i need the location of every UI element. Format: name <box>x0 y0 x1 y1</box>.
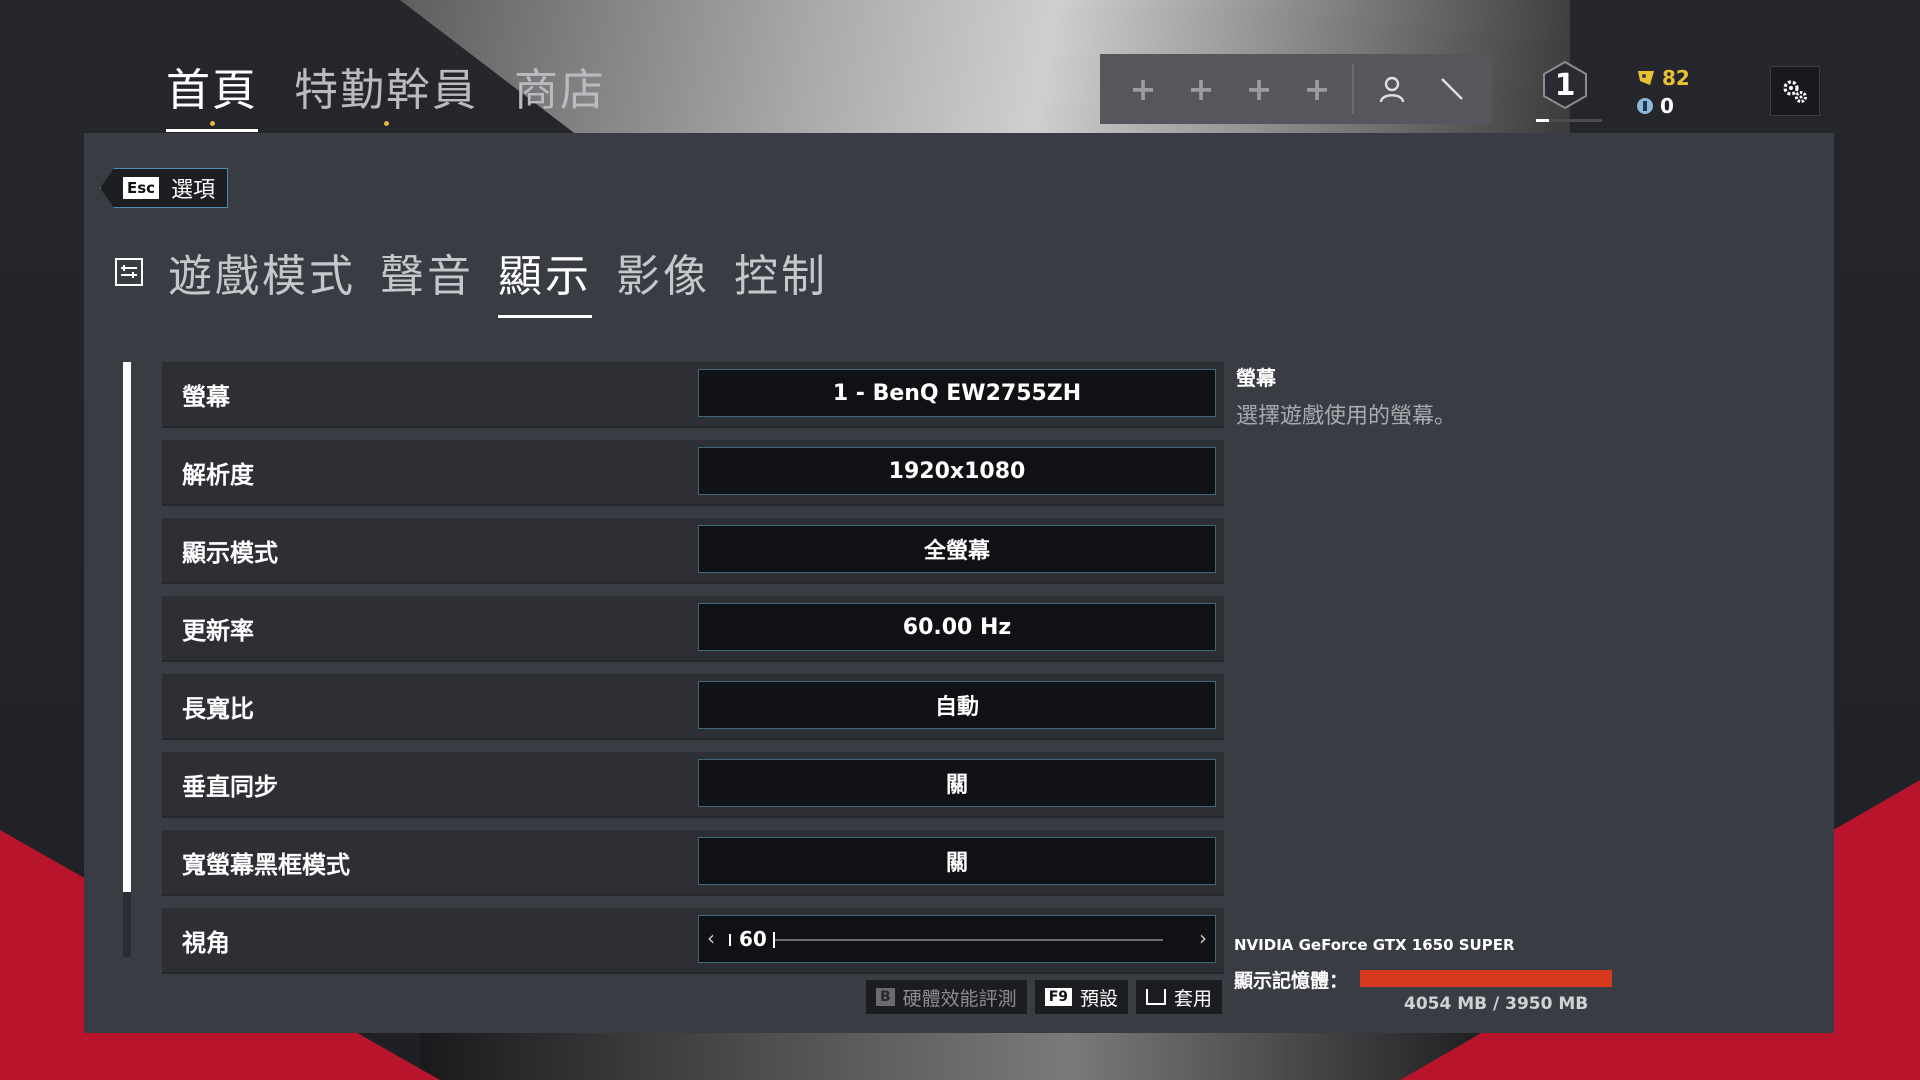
back-button-label: 選項 <box>171 178 216 203</box>
gears-icon <box>1783 80 1807 103</box>
settings-button[interactable] <box>1770 66 1820 116</box>
plus-icon: + <box>1187 70 1215 108</box>
setting-label: 長寬比 <box>182 694 254 723</box>
squad-bar: + + + + <box>1100 54 1492 124</box>
resolution-select[interactable]: 1920x1080 <box>698 447 1216 495</box>
person-icon <box>1379 76 1405 103</box>
setting-label: 顯示模式 <box>182 538 278 567</box>
vsync-select[interactable]: 關 <box>698 759 1216 807</box>
player-level: 1 <box>1554 67 1576 103</box>
credits-amount: 0 <box>1660 94 1674 118</box>
background-art-bottom <box>420 1030 1500 1080</box>
slider-handle[interactable] <box>773 932 775 948</box>
apply-label: 套用 <box>1174 987 1213 1010</box>
slash-icon <box>1441 78 1463 100</box>
apply-button[interactable]: 套用 <box>1136 980 1223 1014</box>
vram-label: 顯示記憶體： <box>1234 970 1349 992</box>
description-title: 螢幕 <box>1236 366 1276 390</box>
setting-row-monitor: 螢幕 1 - BenQ EW2755ZH <box>162 362 1224 428</box>
tab-audio[interactable]: 聲音 <box>380 240 474 318</box>
renown-icon <box>1638 71 1654 85</box>
vram-usage-text: 4054 MB / 3950 MB <box>1404 994 1589 1014</box>
scrollbar-thumb[interactable] <box>123 362 131 892</box>
nav-home[interactable]: 首頁 <box>166 54 258 132</box>
action-bar: B 硬體效能評測 F9 預設 套用 <box>866 980 1223 1014</box>
key-b-icon: B <box>876 988 895 1006</box>
monitor-select[interactable]: 1 - BenQ EW2755ZH <box>698 369 1216 417</box>
refresh-rate-select[interactable]: 60.00 Hz <box>698 603 1216 651</box>
space-key-icon <box>1146 989 1167 1005</box>
setting-label: 視角 <box>182 928 230 957</box>
nav-operators[interactable]: 特勤幹員 <box>294 54 478 132</box>
profile-button[interactable] <box>1362 54 1422 124</box>
setting-label: 寬螢幕黑框模式 <box>182 850 350 879</box>
nav-operators-label: 特勤幹員 <box>294 65 478 116</box>
notification-dot <box>384 121 389 126</box>
setting-row-fov: 視角 ‹ 60 › <box>162 908 1224 974</box>
benchmark-button[interactable]: B 硬體效能評測 <box>866 980 1027 1014</box>
default-button[interactable]: F9 預設 <box>1034 980 1129 1014</box>
aspect-ratio-select[interactable]: 自動 <box>698 681 1216 729</box>
credits-row: 0 <box>1636 92 1690 120</box>
vram-usage-fill <box>1360 970 1612 987</box>
fov-value: 60 <box>739 927 767 951</box>
key-f9-icon: F9 <box>1044 988 1072 1006</box>
squad-slot-add[interactable]: + <box>1288 54 1346 124</box>
options-tabs: 遊戲模式 聲音 顯示 影像 控制 <box>168 240 828 318</box>
playlist-button[interactable] <box>1422 54 1482 124</box>
level-progress-fill <box>1536 119 1550 122</box>
display-mode-select[interactable]: 全螢幕 <box>698 525 1216 573</box>
setting-row-resolution: 解析度 1920x1080 <box>162 440 1224 506</box>
esc-key-icon: Esc <box>123 177 160 199</box>
nav-home-label: 首頁 <box>166 65 258 116</box>
vram-usage-bar <box>1360 970 1612 987</box>
renown-amount: 82 <box>1662 66 1690 90</box>
plus-icon: + <box>1245 70 1273 108</box>
chevron-right-icon[interactable]: › <box>1199 926 1207 950</box>
setting-row-aspect-ratio: 長寬比 自動 <box>162 674 1224 740</box>
slider-track[interactable] <box>773 939 1163 941</box>
top-nav: 首頁 特勤幹員 商店 <box>166 54 606 132</box>
chevron-left-icon[interactable]: ‹ <box>707 926 715 950</box>
setting-label: 垂直同步 <box>182 772 278 801</box>
setting-row-refresh-rate: 更新率 60.00 Hz <box>162 596 1224 662</box>
default-label: 預設 <box>1080 987 1119 1010</box>
notification-dot <box>210 121 215 126</box>
setting-row-vsync: 垂直同步 關 <box>162 752 1224 818</box>
fov-slider[interactable]: ‹ 60 › <box>698 915 1216 963</box>
currency-display: 82 0 <box>1636 64 1690 120</box>
plus-icon: + <box>1303 70 1331 108</box>
setting-row-display-mode: 顯示模式 全螢幕 <box>162 518 1224 584</box>
benchmark-label: 硬體效能評測 <box>902 987 1017 1010</box>
divider <box>1352 64 1354 114</box>
tab-graphics[interactable]: 影像 <box>616 240 710 318</box>
setting-row-letterbox: 寬螢幕黑框模式 關 <box>162 830 1224 896</box>
tab-game-mode[interactable]: 遊戲模式 <box>168 240 356 318</box>
setting-label: 更新率 <box>182 616 254 645</box>
player-level-badge[interactable]: 1 <box>1540 60 1590 110</box>
r6-credits-icon <box>1637 98 1653 114</box>
level-progress-bar <box>1536 119 1602 122</box>
plus-icon: + <box>1129 70 1157 108</box>
nav-shop[interactable]: 商店 <box>514 54 606 132</box>
setting-label: 解析度 <box>182 460 254 489</box>
letterbox-select[interactable]: 關 <box>698 837 1216 885</box>
back-button[interactable]: Esc 選項 <box>100 168 229 208</box>
gpu-name: NVIDIA GeForce GTX 1650 SUPER <box>1234 936 1515 954</box>
squad-slot-add[interactable]: + <box>1172 54 1230 124</box>
settings-scrollbar[interactable] <box>123 362 131 957</box>
settings-list: 螢幕 1 - BenQ EW2755ZH 解析度 1920x1080 顯示模式 … <box>162 362 1224 986</box>
tab-list-icon <box>115 258 143 286</box>
nav-shop-label: 商店 <box>514 65 606 116</box>
tab-controls[interactable]: 控制 <box>734 240 828 318</box>
setting-label: 螢幕 <box>182 382 230 411</box>
slider-tick <box>729 934 731 946</box>
description-text: 選擇遊戲使用的螢幕。 <box>1236 404 1457 429</box>
renown-row: 82 <box>1636 64 1690 92</box>
squad-slot-add[interactable]: + <box>1230 54 1288 124</box>
squad-slot-add[interactable]: + <box>1114 54 1172 124</box>
tab-display[interactable]: 顯示 <box>498 240 592 318</box>
